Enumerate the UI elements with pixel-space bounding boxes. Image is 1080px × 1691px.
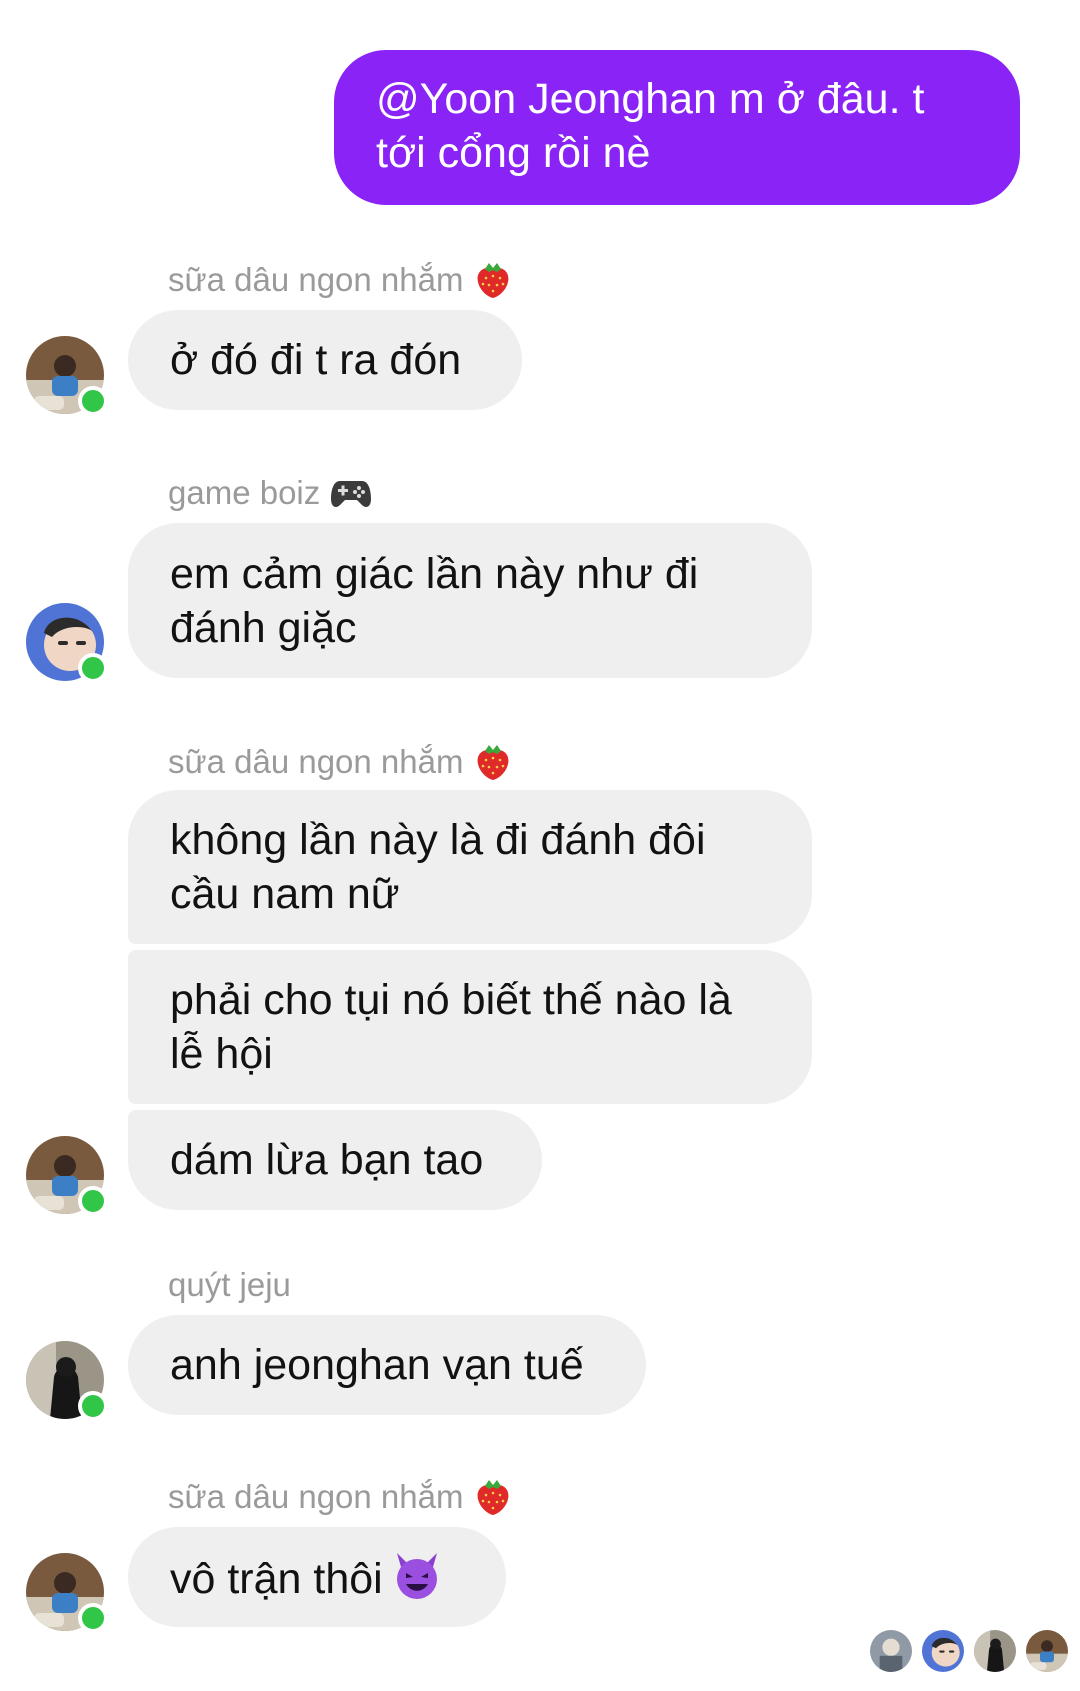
- read-receipt-avatar: [922, 1630, 964, 1672]
- outgoing-message-bubble[interactable]: @Yoon Jeonghan m ở đâu. t tới cổng rồi n…: [334, 50, 1020, 205]
- message-text: phải cho tụi nó biết thế nào là lễ hội: [170, 976, 732, 1078]
- sender-name-text: sữa dâu ngon nhắm: [168, 261, 464, 298]
- sender-name-text: sữa dâu ngon nhắm: [168, 1478, 464, 1515]
- smiling-devil-icon: [396, 1552, 437, 1599]
- message-text-wrap: vô trận thôi: [170, 1549, 443, 1606]
- sender-name-text: quýt jeju: [168, 1266, 291, 1303]
- online-status-dot: [78, 653, 108, 683]
- strawberry-icon: [473, 1477, 513, 1517]
- sender-name: sữa dâu ngon nhắm: [168, 742, 513, 782]
- message-text: anh jeonghan vạn tuế: [170, 1341, 584, 1389]
- avatar[interactable]: [26, 336, 108, 416]
- message-bubble[interactable]: ở đó đi t ra đón: [128, 310, 522, 410]
- message-text: dám lừa bạn tao: [170, 1136, 484, 1184]
- read-receipt-avatar: [1026, 1630, 1068, 1672]
- message-text: không lần này là đi đánh đôi cầu nam nữ: [170, 816, 706, 918]
- message-bubble[interactable]: em cảm giác lần này như đi đánh giặc: [128, 523, 812, 678]
- message-bubble[interactable]: anh jeonghan vạn tuế: [128, 1315, 646, 1415]
- strawberry-icon: [473, 742, 513, 782]
- online-status-dot: [78, 386, 108, 416]
- message-text: vô trận thôi: [170, 1554, 383, 1603]
- sender-name: game boiz: [168, 473, 372, 513]
- strawberry-icon: [473, 260, 513, 300]
- message-bubble[interactable]: không lần này là đi đánh đôi cầu nam nữ: [128, 790, 812, 944]
- sender-name: quýt jeju: [168, 1265, 291, 1305]
- outgoing-message-text: @Yoon Jeonghan m ở đâu. t tới cổng rồi n…: [376, 75, 925, 177]
- message-bubble[interactable]: vô trận thôi: [128, 1527, 506, 1627]
- game-controller-icon: [331, 481, 372, 507]
- message-bubble[interactable]: phải cho tụi nó biết thế nào là lễ hội: [128, 950, 812, 1104]
- sender-name: sữa dâu ngon nhắm: [168, 260, 513, 300]
- avatar[interactable]: [26, 1341, 108, 1421]
- message-text: ở đó đi t ra đón: [170, 336, 462, 384]
- online-status-dot: [78, 1391, 108, 1421]
- online-status-dot: [78, 1186, 108, 1216]
- message-bubble[interactable]: dám lừa bạn tao: [128, 1110, 542, 1210]
- read-receipt-avatar: [974, 1630, 1016, 1672]
- online-status-dot: [78, 1603, 108, 1633]
- avatar[interactable]: [26, 1553, 108, 1633]
- avatar[interactable]: [26, 1136, 108, 1216]
- message-text: em cảm giác lần này như đi đánh giặc: [170, 549, 699, 652]
- read-receipt-avatar: [870, 1630, 912, 1672]
- chat-thread: @Yoon Jeonghan m ở đâu. t tới cổng rồi n…: [0, 0, 1080, 1691]
- sender-name: sữa dâu ngon nhắm: [168, 1477, 513, 1517]
- sender-name-text: sữa dâu ngon nhắm: [168, 743, 464, 780]
- avatar[interactable]: [26, 603, 108, 683]
- read-receipts[interactable]: [870, 1630, 1070, 1674]
- sender-name-text: game boiz: [168, 474, 321, 511]
